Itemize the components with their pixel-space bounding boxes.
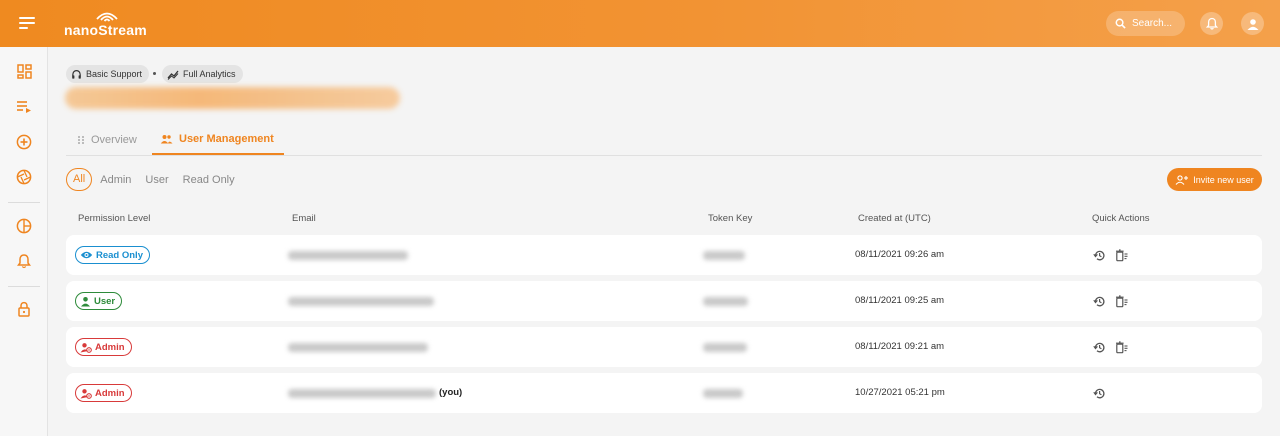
invite-label: Invite new user [1193,174,1254,185]
search-input[interactable]: Search... [1106,11,1185,36]
header-email: Email [292,213,316,224]
grid-dots-icon [78,136,84,144]
role-label: User [94,295,116,307]
chip-label: Full Analytics [183,69,236,79]
restore-icon[interactable] [1092,386,1106,400]
email-redacted [288,389,436,398]
chip-separator [153,72,156,75]
tab-user-management[interactable]: User Management [152,125,284,155]
headset-icon [72,69,81,79]
eye-icon [80,251,93,259]
account-button[interactable] [1241,12,1264,35]
table-row: User 08/11/2021 09:25 am [66,281,1262,321]
filter-admin[interactable]: Admin [100,174,131,186]
analytics-icon [167,70,179,80]
email-redacted [288,251,408,260]
sidebar-add-icon[interactable] [14,132,34,152]
user-avatar-icon [1247,18,1258,30]
sidebar-divider [8,202,40,203]
created-at: 08/11/2021 09:26 am [855,249,945,260]
filter-read-only[interactable]: Read Only [183,174,235,186]
restore-icon[interactable] [1092,340,1106,354]
created-at: 08/11/2021 09:21 am [855,341,945,352]
role-badge-admin: Admin [75,338,132,356]
search-icon [1115,18,1126,29]
role-filters: All Admin User Read Only [66,168,249,191]
delete-icon[interactable] [1114,248,1128,262]
header-permission-level: Permission Level [78,213,151,224]
header-created-at: Created at (UTC) [858,213,931,224]
restore-icon[interactable] [1092,248,1106,262]
top-bar: nanoStream Search... [0,0,1280,47]
add-user-icon [1175,174,1189,185]
header-quick-actions: Quick Actions [1092,213,1150,224]
header-token-key: Token Key [708,213,753,224]
users-icon [160,135,173,144]
tab-bar: Overview User Management [66,125,1262,156]
restore-icon[interactable] [1092,294,1106,308]
chip-full-analytics: Full Analytics [162,65,243,83]
organization-title [65,87,400,109]
sidebar-lock-icon[interactable] [14,299,34,319]
filter-user[interactable]: User [145,174,168,186]
table-row: Admin (you) 10/27/2021 05:21 pm [66,373,1262,413]
person-icon [81,296,90,306]
logo-text: nanoStream [64,22,147,38]
token-redacted [703,343,747,352]
role-badge-admin: Admin [75,384,132,402]
logo[interactable]: nanoStream [64,10,154,40]
role-label: Admin [95,341,125,353]
admin-icon [80,388,92,399]
email-redacted [288,297,434,306]
token-redacted [703,251,745,260]
delete-icon[interactable] [1114,294,1128,308]
notifications-button[interactable] [1200,12,1223,35]
sidebar-analytics-icon[interactable] [14,216,34,236]
role-badge-read-only: Read Only [75,246,150,264]
delete-icon[interactable] [1114,340,1128,354]
tab-label: Overview [91,134,137,146]
sidebar-playlist-icon[interactable] [14,96,34,116]
tab-label: User Management [179,133,274,145]
created-at: 08/11/2021 09:25 am [855,295,945,306]
sidebar-dashboard-icon[interactable] [14,61,34,81]
sidebar-divider [8,286,40,287]
created-at: 10/27/2021 05:21 pm [855,387,945,398]
token-redacted [703,389,743,398]
current-user-marker: (you) [439,387,463,398]
bell-icon [1205,17,1218,30]
logo-wave-icon [96,12,118,22]
role-label: Read Only [96,249,143,261]
token-redacted [703,297,748,306]
chip-basic-support: Basic Support [66,65,150,83]
role-badge-user: User [75,292,123,310]
filter-all[interactable]: All [66,168,93,191]
menu-icon[interactable] [17,14,37,32]
sidebar-aperture-icon[interactable] [14,167,34,187]
sidebar [0,47,48,436]
admin-icon [80,342,92,353]
chip-label: Basic Support [86,69,143,79]
email-redacted [288,343,428,352]
role-label: Admin [95,387,125,399]
invite-user-button[interactable]: Invite new user [1167,168,1262,191]
sidebar-bell-icon[interactable] [14,251,34,271]
table-row: Read Only 08/11/2021 09:26 am [66,235,1262,275]
tab-overview[interactable]: Overview [77,125,137,155]
table-row: Admin 08/11/2021 09:21 am [66,327,1262,367]
search-placeholder: Search... [1132,18,1173,29]
